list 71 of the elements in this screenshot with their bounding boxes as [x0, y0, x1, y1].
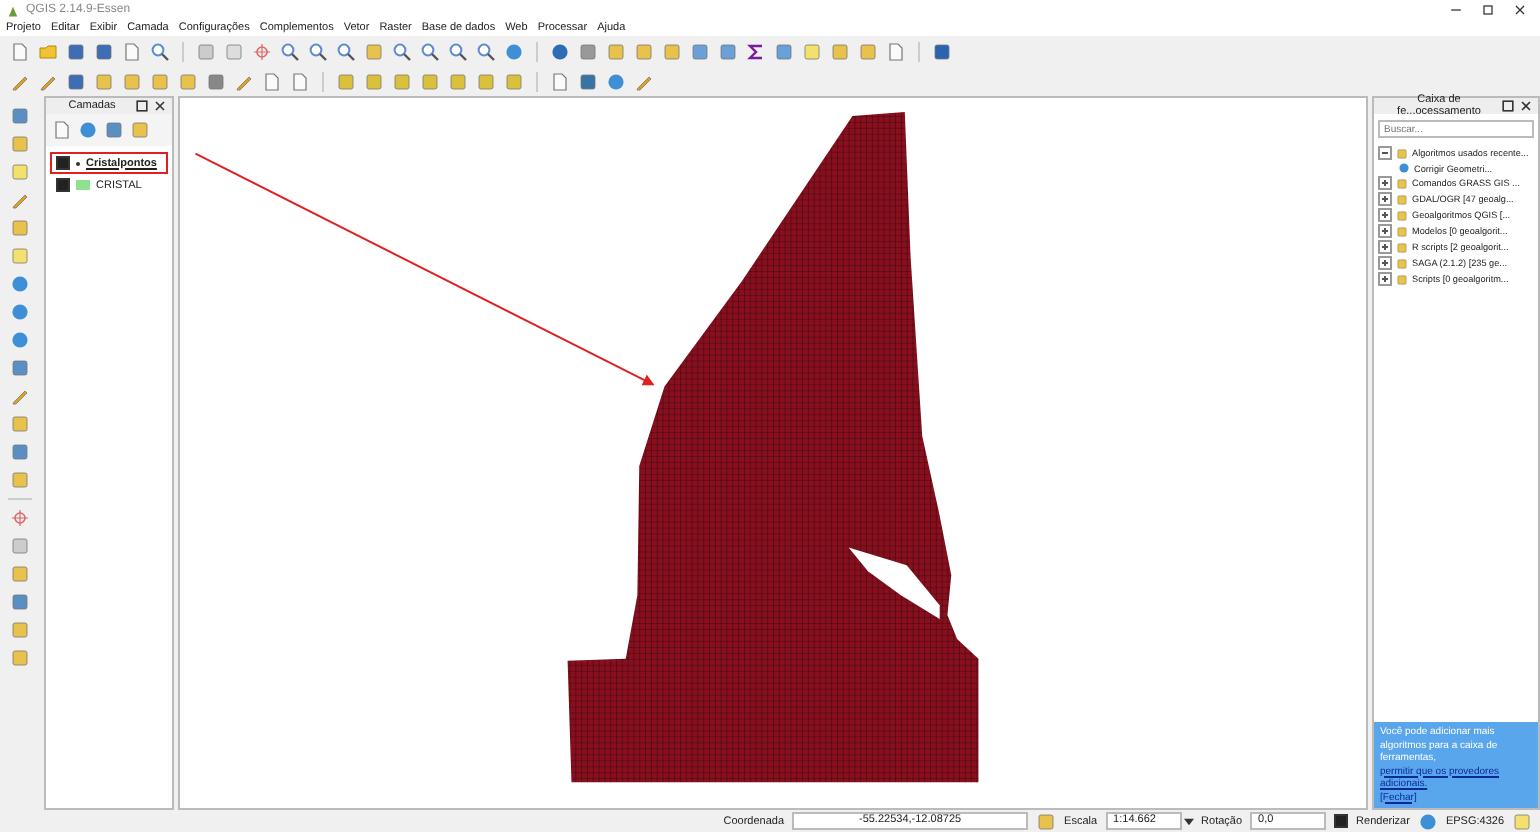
magnifier-icon[interactable] — [308, 41, 328, 61]
caret-icon[interactable] — [1183, 817, 1194, 825]
globe-icon[interactable] — [1417, 811, 1438, 831]
square-icon[interactable] — [1036, 811, 1057, 831]
expand-icon[interactable] — [1378, 240, 1392, 254]
close-icon[interactable] — [152, 98, 168, 114]
square-icon[interactable] — [10, 648, 30, 668]
square-icon[interactable] — [830, 41, 850, 61]
crosshair-icon[interactable] — [10, 508, 30, 528]
expand-icon[interactable] — [1378, 176, 1392, 190]
crosshair-icon[interactable] — [252, 41, 272, 61]
square-icon[interactable] — [1396, 177, 1408, 189]
square-icon[interactable] — [122, 71, 142, 91]
expand-icon[interactable] — [1378, 224, 1392, 238]
magnifier-icon[interactable] — [476, 41, 496, 61]
magnifier-icon[interactable] — [150, 41, 170, 61]
square-icon[interactable] — [94, 71, 114, 91]
globe-icon[interactable] — [504, 41, 524, 61]
page-icon[interactable] — [122, 41, 142, 61]
square-icon[interactable] — [858, 41, 878, 61]
square-icon[interactable] — [10, 134, 30, 154]
folder-icon[interactable] — [38, 41, 58, 61]
pencil-icon[interactable] — [10, 190, 30, 210]
expand-icon[interactable] — [1378, 208, 1392, 222]
map-canvas[interactable] — [178, 96, 1368, 810]
square-icon[interactable] — [10, 564, 30, 584]
page-icon[interactable] — [886, 41, 906, 61]
page-icon[interactable] — [550, 71, 570, 91]
square-icon[interactable] — [634, 41, 654, 61]
collapse-icon[interactable] — [1378, 146, 1392, 160]
square-icon[interactable] — [1396, 241, 1408, 253]
square-icon[interactable] — [150, 71, 170, 91]
square-icon[interactable] — [606, 41, 626, 61]
square-icon[interactable] — [1396, 193, 1408, 205]
square-icon[interactable] — [1396, 257, 1408, 269]
square-icon[interactable] — [1396, 273, 1408, 285]
page-icon[interactable] — [52, 120, 72, 140]
expand-icon[interactable] — [1378, 272, 1392, 286]
magnifier-icon[interactable] — [336, 41, 356, 61]
magnifier-icon[interactable] — [448, 41, 468, 61]
square-icon[interactable] — [10, 470, 30, 490]
globe-icon[interactable] — [78, 120, 98, 140]
layer-checkbox[interactable] — [56, 156, 70, 170]
square-icon[interactable] — [10, 218, 30, 238]
square-icon[interactable] — [662, 41, 682, 61]
pencil-icon[interactable] — [234, 71, 254, 91]
magnifier-icon[interactable] — [420, 41, 440, 61]
square-icon[interactable] — [1396, 225, 1408, 237]
square-icon[interactable] — [364, 41, 384, 61]
expand-icon[interactable] — [1378, 192, 1392, 206]
magnifier-icon[interactable] — [280, 41, 300, 61]
globe-icon[interactable] — [1398, 162, 1410, 174]
float-icon[interactable] — [1500, 98, 1516, 114]
float-icon[interactable] — [134, 98, 150, 114]
magnifier-icon[interactable] — [392, 41, 412, 61]
layer-checkbox[interactable] — [56, 178, 70, 192]
globe-icon[interactable] — [606, 71, 626, 91]
square-icon[interactable] — [178, 71, 198, 91]
pencil-icon[interactable] — [10, 386, 30, 406]
close-icon[interactable] — [1518, 98, 1534, 114]
render-checkbox[interactable] — [1334, 814, 1349, 828]
expand-icon[interactable] — [1378, 256, 1392, 270]
square-icon[interactable] — [10, 414, 30, 434]
close-icon[interactable] — [1512, 2, 1528, 18]
maximize-icon[interactable] — [1480, 2, 1496, 18]
square-icon[interactable] — [10, 620, 30, 640]
pencil-icon[interactable] — [634, 71, 654, 91]
square-icon[interactable] — [1396, 209, 1408, 221]
page-icon[interactable] — [10, 41, 30, 61]
sigma-icon[interactable] — [746, 41, 766, 61]
square-icon[interactable] — [1396, 147, 1408, 159]
